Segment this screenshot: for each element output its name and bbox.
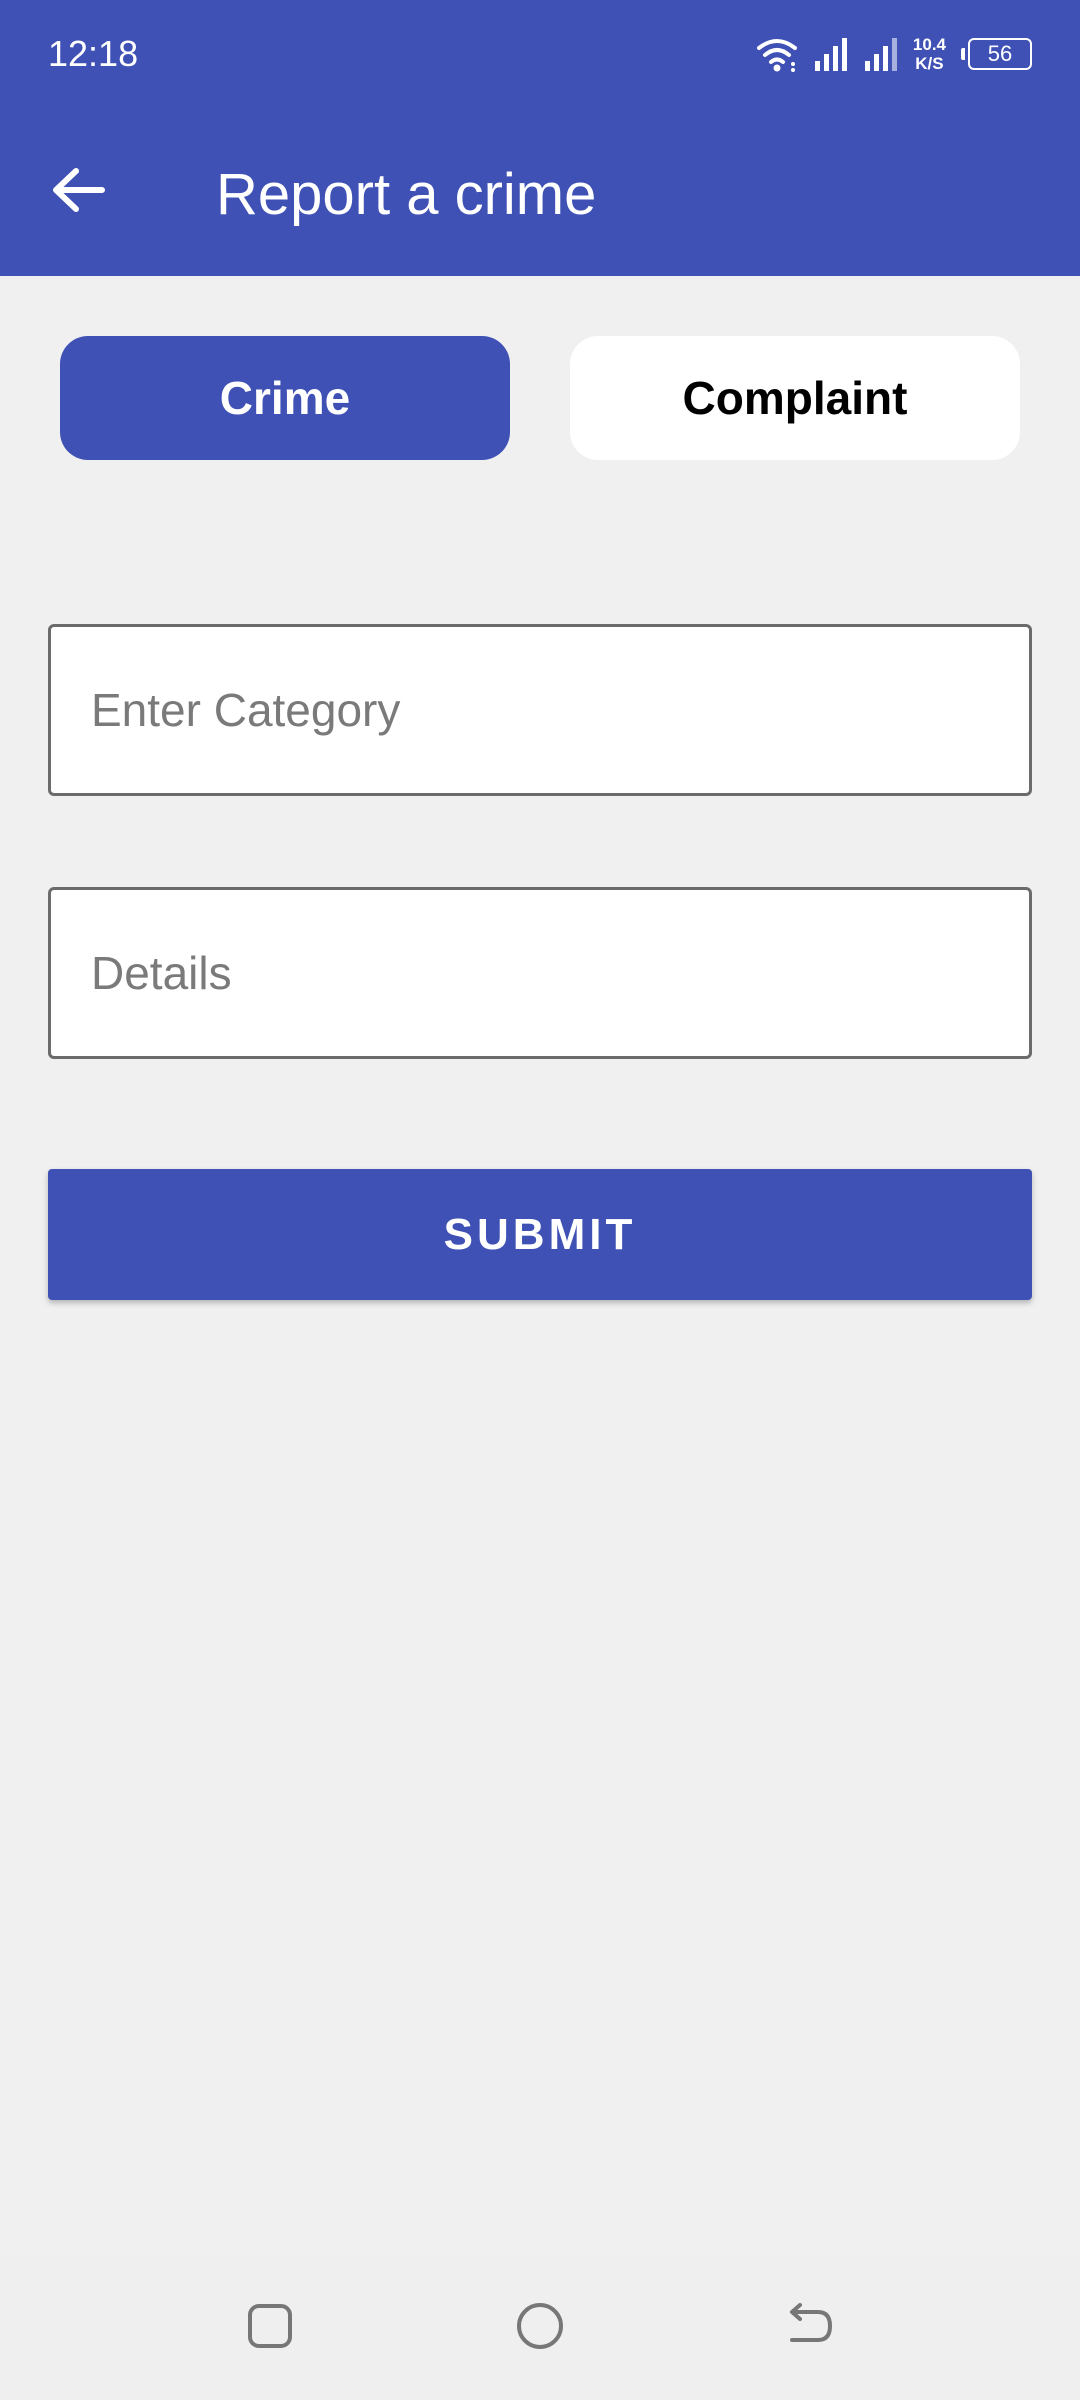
signal-icon: [863, 37, 899, 71]
page-title: Report a crime: [216, 162, 597, 227]
system-back-button[interactable]: [760, 2278, 860, 2378]
crime-toggle-button[interactable]: Crime: [60, 336, 510, 460]
back-button[interactable]: [36, 150, 120, 234]
status-time: 12:18: [48, 33, 139, 74]
back-icon: [784, 2302, 836, 2355]
network-speed: 10.4 K/S: [913, 35, 946, 73]
submit-button[interactable]: SUBMIT: [48, 1169, 1032, 1300]
complaint-toggle-button[interactable]: Complaint: [570, 336, 1020, 460]
network-speed-value: 10.4: [912, 35, 946, 54]
app-header: 12:18 10.4 K/S 56 Report a crime: [0, 0, 1080, 276]
battery-icon: 56: [961, 38, 1032, 70]
category-input[interactable]: [48, 624, 1032, 796]
network-speed-unit: K/S: [915, 54, 944, 73]
recents-icon: [245, 2301, 295, 2356]
recents-button[interactable]: [220, 2278, 320, 2378]
signal-icon: [813, 37, 849, 71]
system-nav-bar: [0, 2256, 1080, 2400]
home-button[interactable]: [490, 2278, 590, 2378]
arrow-back-icon: [50, 166, 106, 219]
status-icons: 10.4 K/S 56: [755, 30, 1032, 78]
details-input[interactable]: [48, 887, 1032, 1059]
battery-level: 56: [987, 41, 1013, 66]
home-icon: [514, 2300, 566, 2357]
wifi-icon: [755, 36, 799, 72]
